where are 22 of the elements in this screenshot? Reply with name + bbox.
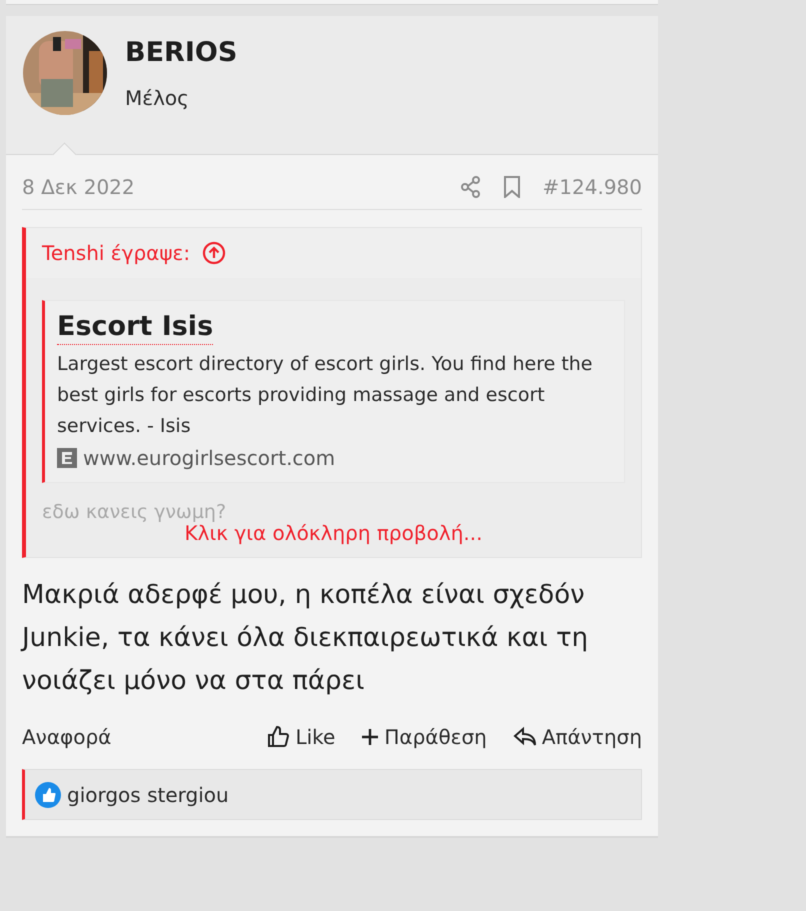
user-name[interactable]: BERIOS bbox=[125, 37, 238, 68]
like-reaction-icon bbox=[35, 782, 61, 808]
quote-text: εδω κανεις γνωμη? bbox=[42, 501, 228, 521]
reaction-user[interactable]: giorgos stergiou bbox=[67, 782, 229, 806]
bookmark-icon[interactable] bbox=[502, 176, 521, 198]
thumbs-up-icon bbox=[266, 725, 290, 749]
reply-icon bbox=[512, 726, 537, 748]
post-text: Μακριά αδερφέ μου, η κοπέλα είναι σχεδόν Junkie, τα κάνει όλα διεκπαιρεωτικά και τη νοιάζει μόνο να στα πάρει bbox=[22, 579, 590, 698]
plus-icon bbox=[361, 728, 380, 746]
user-role: Μέλος bbox=[125, 86, 190, 110]
like-link[interactable]: Like bbox=[266, 725, 336, 749]
arrow-up-circle-icon[interactable] bbox=[202, 241, 226, 265]
expand-link[interactable]: Κλικ για ολόκληρη προβολή... bbox=[42, 521, 625, 549]
quote-link[interactable]: Παράθεση bbox=[361, 725, 487, 749]
preview-url[interactable]: www.eurogirlsescort.com bbox=[83, 446, 336, 470]
preview-description: Largest escort directory of escort girls. You find here the best girls for escorts providing massage and escort services. - Isis bbox=[57, 352, 594, 439]
share-icon[interactable] bbox=[460, 176, 481, 198]
report-link[interactable]: Αναφορά bbox=[22, 725, 112, 749]
reply-link[interactable]: Απάντηση bbox=[512, 725, 642, 749]
preview-title[interactable]: Escort Isis bbox=[57, 311, 214, 345]
quote-attribution[interactable]: Tenshi έγραψε: bbox=[42, 241, 190, 265]
favicon-icon bbox=[57, 448, 77, 468]
